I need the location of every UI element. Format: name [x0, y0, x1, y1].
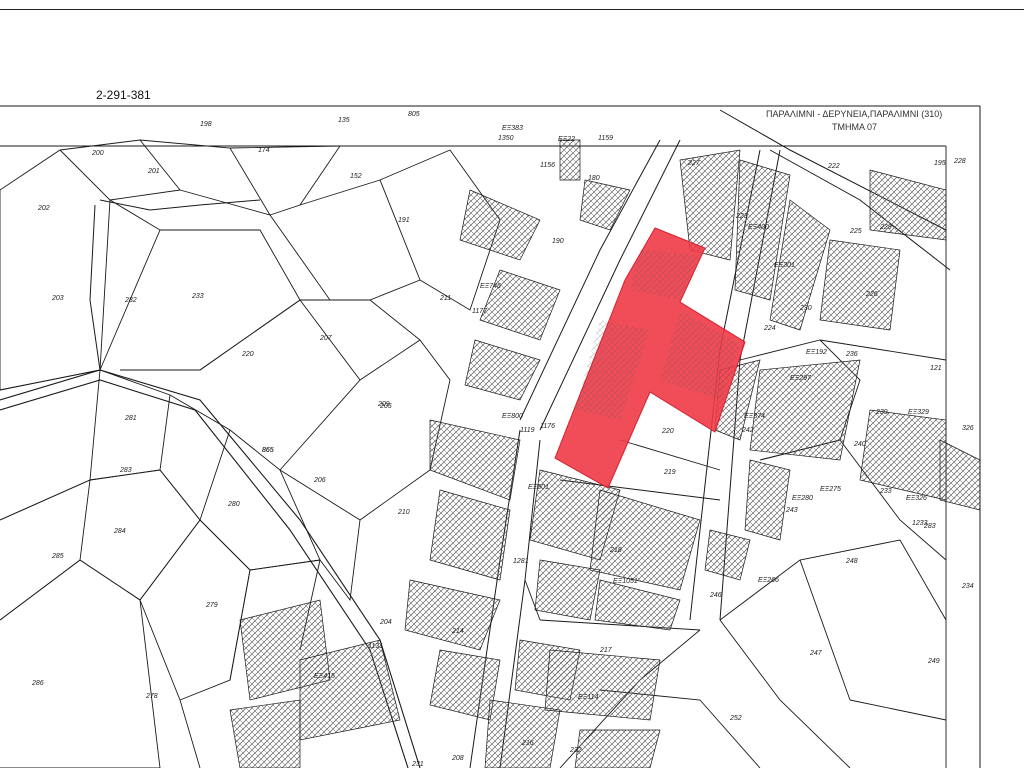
ez-code-label: ΕΞ415 [314, 673, 335, 680]
parcel-label: 216 [521, 740, 534, 747]
parcel-label: 121 [930, 365, 942, 372]
parcel-label: 226 [865, 291, 878, 298]
cadastral-map[interactable]: ΠΑΡΑΛΙΜΝΙ - ΔΕΡΥΝΕΙΑ,ΠΑΡΑΛΙΜΝΙ (310) ΤΜΗ… [0, 0, 1024, 768]
parcel-label: 280 [227, 501, 240, 508]
parcel-label: 219 [663, 469, 676, 476]
parcel-label: 152 [350, 173, 362, 180]
parcel-label: 248 [845, 558, 858, 565]
ez-code-label: ΕΞ266 [758, 577, 779, 584]
parcel-label: 227 [687, 160, 701, 167]
parcel-label: 218 [609, 547, 622, 554]
parcel-label: 1131 [368, 643, 383, 650]
parcel-label: 190 [552, 238, 564, 245]
ez-code-label: ΕΞ1051 [613, 578, 638, 585]
parcel-label: 231 [411, 761, 424, 768]
parcel-label: 174 [258, 147, 270, 154]
parcel-label: 234 [961, 583, 974, 590]
parcel-label: 201 [147, 168, 160, 175]
ez-code-label: ΕΞ22 [558, 136, 575, 143]
ez-code-label: ΕΞ114 [578, 694, 598, 701]
parcel-label: 198 [200, 121, 212, 128]
parcel-label: 239 [875, 409, 888, 416]
parcel-label: 283 [119, 467, 132, 474]
parcel-label: 135 [338, 117, 350, 124]
ez-code-label: ΕΞ280 [792, 495, 813, 502]
parcel-label: 233 [191, 293, 204, 300]
parcel-label: 229 [879, 224, 892, 231]
parcel-label: 225 [849, 228, 862, 235]
parcel-label: 1177 [472, 308, 488, 315]
parcel-label: 243 [785, 507, 798, 514]
parcel-label: 230 [799, 305, 812, 312]
parcel-label: 210 [397, 509, 410, 516]
parcel-label: 211 [439, 295, 451, 302]
ez-code-label: ΕΞ400 [748, 224, 769, 231]
parcel-label: 208 [451, 755, 464, 762]
parcel-label: 203 [51, 295, 64, 302]
ez-code-label: ΕΞ297 [790, 375, 812, 382]
parcel-label: 282 [124, 297, 137, 304]
parcel-label: 249 [927, 658, 940, 665]
parcel-label: 195 [934, 160, 946, 167]
ez-code-label: ΕΞ800 [502, 413, 523, 420]
parcel-label: 286 [31, 680, 44, 687]
section-label: ΤΜΗΜΑ 07 [832, 122, 877, 132]
parcel-label: 180 [588, 175, 600, 182]
parcel-label: 228 [953, 158, 966, 165]
area-title: ΠΑΡΑΛΙΜΝΙ - ΔΕΡΥΝΕΙΑ,ΠΑΡΑΛΙΜΝΙ (310) [766, 109, 942, 119]
parcel-label: 220 [661, 428, 674, 435]
parcel-label: 223 [735, 213, 748, 220]
parcel-label: 205 [379, 403, 392, 410]
parcel-label: 279 [205, 602, 218, 609]
parcel-label: 232 [569, 747, 582, 754]
parcel-label: 217 [599, 647, 613, 654]
ez-code-label: ΕΞ326 [906, 495, 927, 502]
parcel-label: 285 [51, 553, 64, 560]
parcel-label: 240 [853, 441, 866, 448]
parcel-label: 242 [741, 427, 754, 434]
ez-code-label: ΕΞ746 [480, 283, 501, 290]
parcel-label: 252 [729, 715, 742, 722]
ez-code-label: ΕΞ301 [774, 262, 795, 269]
parcel-label: 191 [398, 217, 410, 224]
ez-code-label: ΕΞ383 [502, 125, 523, 132]
parcel-label: 1159 [598, 135, 613, 142]
ez-code-label: ΕΞ192 [806, 349, 827, 356]
parcel-label: 206 [313, 477, 326, 484]
parcel-label: 236 [845, 351, 858, 358]
parcel-label: 1176 [540, 423, 555, 430]
ez-code-label: ΕΞ374 [744, 413, 765, 420]
parcel-label: 1156 [540, 162, 555, 169]
parcel-label: 1233 [912, 520, 928, 527]
ez-code-label: ΕΞ329 [908, 409, 929, 416]
parcel-label: 1119 [520, 427, 535, 434]
parcel-label: 204 [379, 619, 392, 626]
parcel-label: 200 [91, 150, 104, 157]
parcel-label: 865 [262, 447, 274, 454]
parcel-label: 246 [709, 592, 722, 599]
parcel-label: 207 [319, 335, 333, 342]
ez-code-label: ΕΞ275 [820, 486, 841, 493]
parcel-label: 233 [879, 488, 892, 495]
parcel-label: 278 [145, 693, 158, 700]
parcel-label: 281 [124, 415, 137, 422]
parcel-label: 1350 [498, 135, 514, 142]
parcel-label: 220 [241, 351, 254, 358]
parcel-label: 222 [827, 163, 840, 170]
parcel-label: 805 [408, 111, 420, 118]
parcel-label: 247 [809, 650, 823, 657]
parcel-label: 326 [962, 425, 974, 432]
parcel-label: 214 [451, 628, 464, 635]
ez-code-label: ΕΞ501 [528, 484, 549, 491]
parcel-label: 1281 [513, 558, 529, 565]
parcel-label: 224 [763, 325, 776, 332]
parcel-label: 284 [113, 528, 126, 535]
parcel-label: 202 [37, 205, 50, 212]
